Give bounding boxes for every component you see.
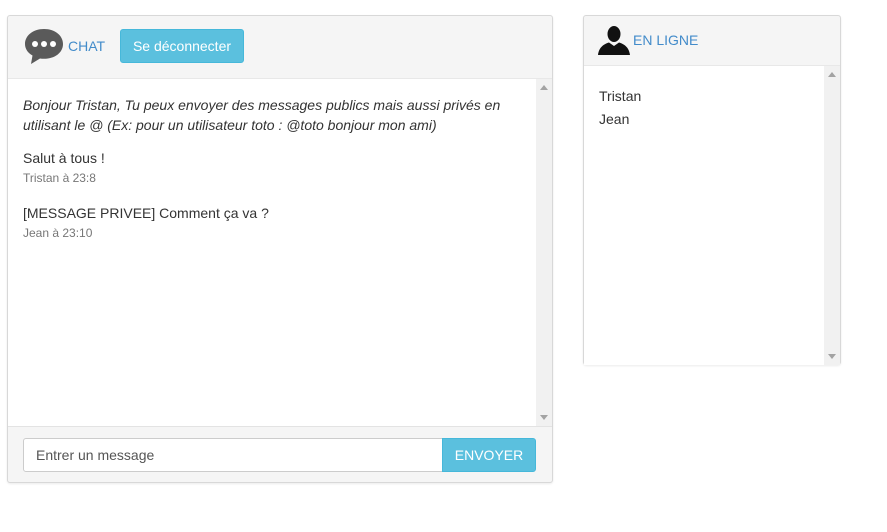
online-user-item[interactable]: Tristan bbox=[599, 85, 809, 108]
message-list: Bonjour Tristan, Tu peux envoyer des mes… bbox=[8, 79, 536, 426]
online-header: EN LIGNE bbox=[584, 16, 840, 65]
online-user-list: Tristan Jean bbox=[584, 66, 824, 365]
chat-title: CHAT bbox=[68, 38, 106, 54]
message-item: Salut à tous ! Tristan à 23:8 bbox=[23, 149, 521, 185]
scroll-down-arrow-icon[interactable] bbox=[828, 354, 836, 359]
logout-button[interactable]: Se déconnecter bbox=[120, 29, 244, 63]
message-item: [MESSAGE PRIVEE] Comment ça va ? Jean à … bbox=[23, 204, 521, 240]
message-scrollbar[interactable] bbox=[536, 79, 552, 426]
chat-panel: CHAT Se déconnecter Bonjour Tristan, Tu … bbox=[7, 15, 553, 483]
chat-header: CHAT Se déconnecter bbox=[8, 16, 552, 78]
send-button[interactable]: ENVOYER bbox=[442, 438, 536, 472]
message-area[interactable]: Bonjour Tristan, Tu peux envoyer des mes… bbox=[8, 78, 552, 427]
scroll-up-arrow-icon[interactable] bbox=[540, 85, 548, 90]
online-title: EN LIGNE bbox=[633, 32, 699, 48]
welcome-message: Bonjour Tristan, Tu peux envoyer des mes… bbox=[23, 97, 501, 133]
message-text: Salut à tous ! bbox=[23, 150, 105, 166]
user-silhouette-icon bbox=[598, 26, 630, 55]
online-user-list-area: Tristan Jean bbox=[584, 65, 840, 365]
chat-footer: ENVOYER bbox=[8, 427, 552, 483]
online-user-item[interactable]: Jean bbox=[599, 108, 809, 131]
scroll-up-arrow-icon[interactable] bbox=[828, 72, 836, 77]
online-panel: EN LIGNE Tristan Jean bbox=[583, 15, 841, 365]
message-text: [MESSAGE PRIVEE] Comment ça va ? bbox=[23, 205, 269, 221]
message-meta: Jean à 23:10 bbox=[23, 226, 93, 240]
online-scrollbar[interactable] bbox=[824, 66, 840, 365]
message-meta: Tristan à 23:8 bbox=[23, 171, 96, 185]
scroll-down-arrow-icon[interactable] bbox=[540, 415, 548, 420]
message-input[interactable] bbox=[23, 438, 443, 472]
speech-bubble-icon bbox=[25, 29, 63, 64]
